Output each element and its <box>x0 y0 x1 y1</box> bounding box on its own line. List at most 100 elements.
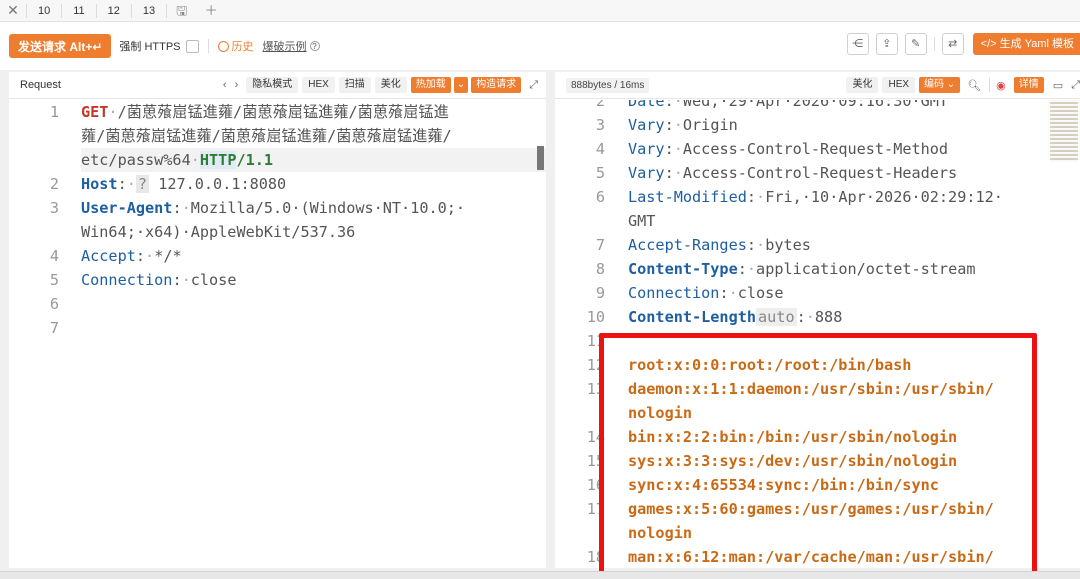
close-icon[interactable]: ✕ <box>0 2 26 19</box>
help-icon[interactable]: ? <box>135 175 150 193</box>
plus-icon[interactable]: ＋ <box>196 3 226 18</box>
header-key: Accept <box>81 247 136 265</box>
response-header-line: Accept-Ranges:·bytes <box>628 236 811 254</box>
history-button[interactable]: 历史 <box>217 38 254 54</box>
detail-button[interactable]: 详情 <box>1013 77 1044 93</box>
request-header: Request ‹ › 隐私模式 HEX 扫描 美化 热加载 ⌄ 构造请求 ⤢ <box>9 72 546 99</box>
swap-icon[interactable]: ⇄ <box>941 33 964 55</box>
response-header-line: Content-Length auto:·888 <box>628 308 843 326</box>
toolbar: 发送请求 Alt+↵ 强制 HTTPS 历史 爆破示例? ⋲ ⇪ ✎ ⇄ </>… <box>0 22 1080 70</box>
line-number: 5 <box>49 271 59 289</box>
line-number: 13 <box>586 380 605 398</box>
auto-badge: auto <box>756 308 797 326</box>
line-number: 16 <box>586 476 605 494</box>
history-label: 历史 <box>231 41 254 53</box>
chrome-icon[interactable]: ◉ <box>996 79 1006 92</box>
line-number: 2 <box>49 175 59 193</box>
response-header-line: Vary:·Access-Control-Request-Method <box>628 140 949 158</box>
burst-example-link[interactable]: 爆破示例? <box>263 38 320 54</box>
dropdown-chevron-icon[interactable]: ⌄ <box>453 77 469 93</box>
header-value: 888 <box>814 308 843 326</box>
response-header-line: Connection:·close <box>628 284 784 302</box>
hex-button[interactable]: HEX <box>302 77 335 93</box>
line-number: 6 <box>595 188 605 206</box>
line-number: 6 <box>49 295 59 313</box>
divider <box>933 37 935 51</box>
export-icon[interactable]: ⇪ <box>875 33 898 55</box>
response-header-line: Date:·Wed,·29·Apr·2026·09:16:30·GMT <box>628 100 948 113</box>
share-icon[interactable]: ⋲ <box>846 33 869 55</box>
save-icon[interactable]: 🖫 <box>166 3 196 18</box>
divider <box>207 39 209 53</box>
header-value: close <box>737 284 784 302</box>
request-title: Request <box>20 79 61 91</box>
divider <box>989 78 991 92</box>
header-key: Accept-Ranges <box>628 236 747 254</box>
status-bar <box>0 571 1080 579</box>
header-value-cont: Win64;·x64)·AppleWebKit/537.36 <box>81 223 356 241</box>
header-accept: Accept:·*/* <box>81 247 182 265</box>
header-value: 127.0.0.1:8080 <box>149 175 287 193</box>
request-path-end: etc/passw%64·HTTP/1.1 <box>81 151 274 169</box>
help-icon: ? <box>309 41 320 51</box>
response-controls: 美化 HEX 编码 ⌄ 🔍︎ ◉ 详情 ▭ ⤢ <box>846 77 1080 93</box>
header-host: Host:·? 127.0.0.1:8080 <box>81 175 287 193</box>
header-key: Content-Type <box>628 260 738 278</box>
chevron-right-icon[interactable]: › <box>235 79 239 91</box>
header-key: Vary <box>628 140 665 158</box>
search-icon[interactable]: 🔍︎ <box>967 79 981 92</box>
generate-yaml-button[interactable]: </> 生成 Yaml 模板 <box>972 33 1080 55</box>
protocol-version: /1.1 <box>236 151 274 169</box>
request-path-cont: 蕹/菌葸蕵崫锰進蕹/菌葸蕵崫锰進蕹/菌葸蕵崫锰進蕹/ <box>81 127 452 145</box>
force-https-checkbox[interactable] <box>185 39 199 53</box>
privacy-mode-button[interactable]: 隐私模式 <box>246 77 299 93</box>
scan-button[interactable]: 扫描 <box>338 77 371 93</box>
tab-13[interactable]: 13 <box>130 3 166 18</box>
line-number: 11 <box>586 332 605 350</box>
beautify-button[interactable]: 美化 <box>374 77 407 93</box>
expand-icon[interactable]: ⤢ <box>529 79 538 92</box>
header-value-cont: GMT <box>628 212 656 230</box>
tab-12[interactable]: 12 <box>95 3 131 18</box>
encoding-button[interactable]: 编码 ⌄ <box>919 77 961 93</box>
build-request-button[interactable]: 构造请求 <box>471 77 522 93</box>
request-path-tail: etc/passw%64 <box>81 151 191 169</box>
header-value: Origin <box>682 116 738 134</box>
header-value: Access-Control-Request-Method <box>682 140 949 158</box>
beautify-button[interactable]: 美化 <box>846 77 879 93</box>
burst-example-label: 爆破示例 <box>262 41 307 53</box>
line-number: 10 <box>586 308 605 326</box>
header-value: application/octet-stream <box>756 260 976 278</box>
hex-button[interactable]: HEX <box>882 77 916 93</box>
protocol: HTTP <box>199 151 237 169</box>
send-request-button[interactable]: 发送请求 Alt+↵ <box>9 34 112 58</box>
tab-10[interactable]: 10 <box>26 3 61 18</box>
header-key: Vary <box>628 116 665 134</box>
http-method: GET <box>81 103 109 121</box>
line-number: 17 <box>586 500 605 518</box>
chevron-left-icon[interactable]: ‹ <box>223 79 227 91</box>
response-header-line: Content-Type:·application/octet-stream <box>628 260 976 278</box>
editor-scrollbar[interactable] <box>537 146 544 170</box>
header-key: Connection <box>81 271 173 289</box>
header-value: close <box>190 271 237 289</box>
line-number: 1 <box>49 103 59 121</box>
highlight-box <box>599 333 1037 576</box>
edit-icon[interactable]: ✎ <box>904 33 927 55</box>
tab-11[interactable]: 11 <box>61 3 95 18</box>
request-editor[interactable]: 1 GET·/菌葸蕵崫锰進蕹/菌葸蕵崫锰進蕹/菌葸蕵崫锰進 蕹/菌葸蕵崫锰進蕹/… <box>9 100 546 568</box>
line-number: 18 <box>586 548 605 566</box>
header-key: Host <box>81 175 118 193</box>
expand-icon[interactable]: ⤢ <box>1071 79 1080 92</box>
response-header-line: Vary:·Access-Control-Request-Headers <box>628 164 958 182</box>
request-panel: Request ‹ › 隐私模式 HEX 扫描 美化 热加载 ⌄ 构造请求 ⤢ … <box>9 72 546 568</box>
line-number: 2 <box>595 100 605 110</box>
line-number: 12 <box>586 356 605 374</box>
header-value: bytes <box>765 236 811 254</box>
hot-load-button[interactable]: 热加载 <box>410 77 451 93</box>
header-user-agent: User-Agent:·Mozilla/5.0·(Windows·NT·10.0… <box>81 199 466 217</box>
line-number: 9 <box>595 284 605 302</box>
minimap[interactable] <box>1050 100 1078 162</box>
header-key: Connection <box>628 284 720 302</box>
comment-icon[interactable]: ▭ <box>1053 79 1063 92</box>
